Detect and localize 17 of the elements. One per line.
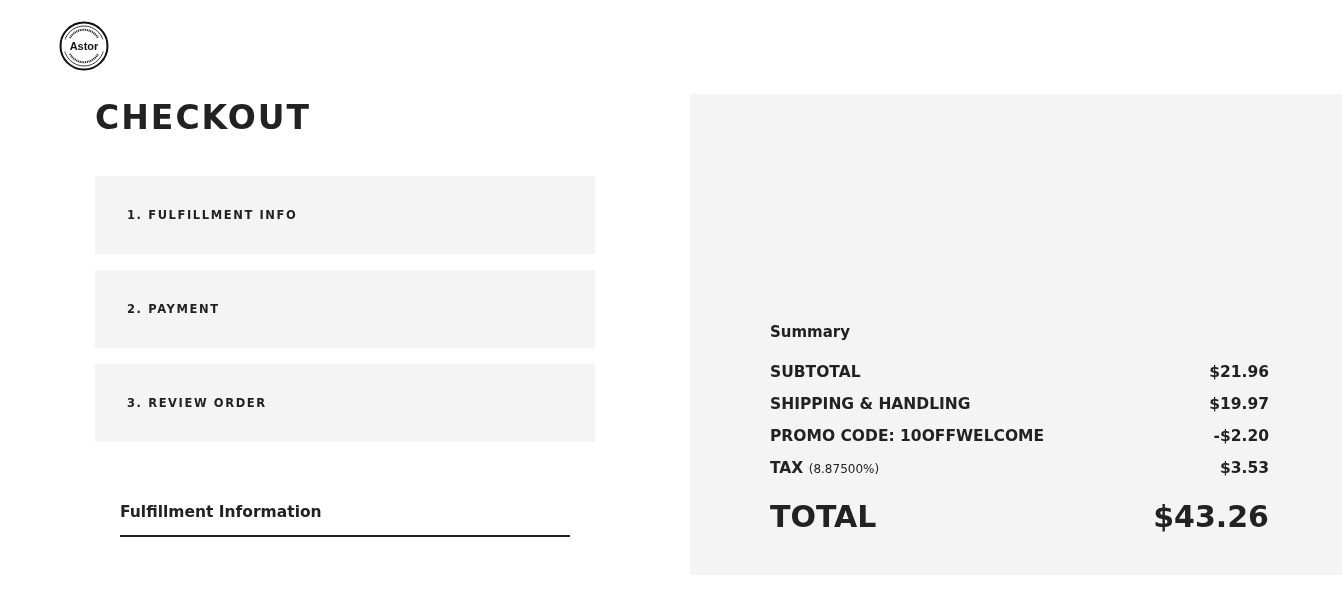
summary-amount: $19.97 <box>1209 395 1269 413</box>
total-amount: $43.26 <box>1153 498 1269 534</box>
section-heading: Fulfillment Information <box>120 503 322 521</box>
summary-amount: $3.53 <box>1219 459 1269 477</box>
summary-title: Summary <box>770 323 852 341</box>
logo[interactable]: Astor <box>59 21 109 71</box>
total-label: TOTAL <box>770 498 877 534</box>
summary-amount: $21.96 <box>1209 363 1269 381</box>
checkout-step[interactable]: 3. REVIEW ORDER <box>95 364 595 442</box>
summary-amount: -$2.20 <box>1213 427 1269 445</box>
checkout-step[interactable]: 2. PAYMENT <box>95 270 595 348</box>
checkout-step[interactable]: 1. FULFILLMENT INFO <box>95 176 595 254</box>
summary-label: SHIPPING & HANDLING <box>770 395 971 413</box>
summary-label: SUBTOTAL <box>770 363 861 381</box>
summary-label: PROMO CODE: 10OFFWELCOME <box>770 427 1045 445</box>
summary-label: TAX (8.87500%) <box>770 459 880 477</box>
page-title: CHECKOUT <box>95 97 313 139</box>
